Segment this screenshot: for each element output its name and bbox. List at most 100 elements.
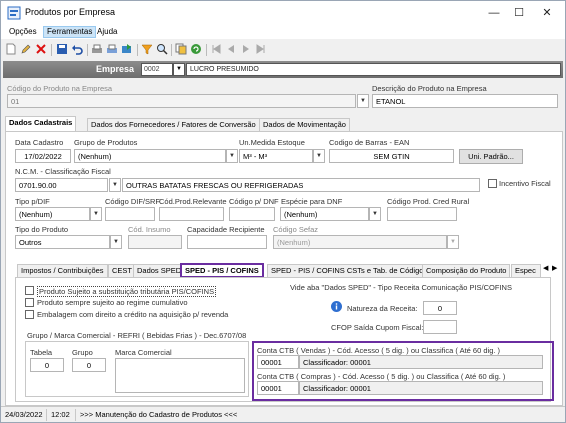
undo-icon[interactable] — [71, 43, 83, 55]
menu-ajuda[interactable]: Ajuda — [94, 26, 120, 38]
empresa-name-field: LUCRO PRESUMIDO — [186, 63, 561, 76]
search-icon[interactable] — [156, 43, 168, 55]
tab-impostos[interactable]: Impostos / Contribuições — [17, 264, 108, 277]
tabela-field[interactable]: 0 — [30, 358, 64, 372]
incentivo-fiscal-checkbox[interactable] — [488, 179, 497, 188]
tipo-produto-label: Tipo do Produto — [15, 225, 69, 234]
minimize-button[interactable]: — — [481, 4, 507, 22]
filter-icon[interactable] — [141, 43, 153, 55]
tab-scroll-right-icon[interactable]: ▶ — [552, 264, 557, 272]
refresh-icon[interactable] — [190, 43, 202, 55]
cod-insumo-field — [128, 235, 182, 249]
codigo-sefaz-label: Código Sefaz — [273, 225, 319, 234]
descricao-field[interactable]: ETANOL — [372, 94, 558, 108]
vide-aba-note: Vide aba "Dados SPED" - Tipo Receita Com… — [290, 283, 512, 292]
cfop-field[interactable] — [423, 320, 457, 334]
chevron-down-icon[interactable]: ▼ — [357, 94, 369, 108]
capacidade-field[interactable] — [187, 235, 267, 249]
menu-ferramentas[interactable]: Ferramentas — [43, 26, 97, 38]
save-icon[interactable] — [56, 43, 68, 55]
close-button[interactable]: ✕ — [534, 4, 560, 22]
cod-prod-relevante-label: Cód.Prod.Relevante — [159, 197, 227, 206]
codigo-produto-field[interactable]: 01 — [7, 94, 356, 108]
status-message: >>> Manutenção do Cadastro de Produtos <… — [80, 410, 238, 419]
ctb-vendas-label: Conta CTB ( Vendas ) - Cód. Acesso ( 5 d… — [257, 346, 501, 355]
codigo-dif-label: Código DIF/SRF — [105, 197, 161, 206]
copy-icon[interactable] — [175, 43, 187, 55]
tab-dados-fornecedores[interactable]: Dados dos Fornecedores / Fatores de Conv… — [87, 118, 260, 131]
tab-espec[interactable]: Espec — [511, 264, 541, 277]
grupo-marca-label: Grupo — [72, 348, 93, 357]
prev-record-icon[interactable] — [225, 43, 237, 55]
chevron-down-icon[interactable]: ▼ — [110, 235, 122, 249]
ncm-label: N.C.M. - Classificação Fiscal — [15, 167, 111, 176]
chevron-down-icon[interactable]: ▼ — [90, 207, 102, 221]
codigo-dnf-field[interactable] — [229, 207, 275, 221]
menu-opcoes[interactable]: Opções — [6, 26, 40, 38]
cod-barras-field[interactable]: SEM GTIN — [329, 149, 454, 163]
cod-prod-relevante-field[interactable] — [159, 207, 224, 221]
especie-dnf-select[interactable]: (Nenhum) — [280, 207, 369, 221]
especie-dnf-label: Espécie para DNF — [281, 197, 343, 206]
cumulativo-checkbox[interactable] — [25, 298, 34, 307]
tipo-dif-select[interactable]: (Nenhum) — [15, 207, 90, 221]
chevron-down-icon: ▼ — [447, 235, 459, 249]
marca-comercial-field[interactable] — [115, 358, 245, 393]
embalagem-checkbox[interactable] — [25, 310, 34, 319]
un-medida-label: Un.Medida Estoque — [239, 138, 305, 147]
first-record-icon[interactable] — [210, 43, 222, 55]
print-preview-icon[interactable] — [106, 43, 118, 55]
incentivo-fiscal-label: Incentivo Fiscal — [499, 179, 551, 188]
tab-cest[interactable]: CEST — [108, 264, 137, 277]
toolbar-separator — [206, 44, 207, 56]
marca-comercial-label: Marca Comercial — [115, 348, 172, 357]
chevron-down-icon[interactable]: ▼ — [173, 63, 185, 76]
tab-sped-csts[interactable]: SPED - PIS / COFINS CSTs e Tab. de Códig… — [267, 264, 432, 277]
chevron-down-icon[interactable]: ▼ — [369, 207, 381, 221]
natureza-receita-field[interactable]: 0 — [423, 301, 457, 315]
grupo-marca-title: Grupo / Marca Comercial - REFRI ( Bebida… — [27, 331, 247, 340]
info-icon — [331, 301, 342, 312]
toolbar-separator — [51, 44, 52, 56]
tab-dados-cadastrais[interactable]: Dados Cadastrais — [5, 116, 77, 131]
natureza-receita-label: Natureza da Receita: — [347, 304, 418, 313]
chevron-down-icon[interactable]: ▼ — [226, 149, 238, 163]
embalagem-label: Embalagem com direito a crédito na aquis… — [37, 310, 229, 319]
cod-cred-rural-field[interactable] — [387, 207, 457, 221]
main-window: Produtos por Empresa — ☐ ✕ Opções Ferram… — [0, 0, 566, 423]
last-record-icon[interactable] — [255, 43, 267, 55]
delete-icon[interactable] — [35, 43, 47, 55]
ctb-compras-classificador: Classificador: 00001 — [299, 381, 543, 395]
tab-dados-sped[interactable]: Dados SPED — [133, 264, 186, 277]
data-cadastro-field[interactable]: 17/02/2022 — [15, 149, 71, 163]
title-bar: Produtos por Empresa — ☐ ✕ — [1, 1, 565, 25]
menu-bar: Opções Ferramentas Ajuda — [1, 25, 565, 39]
edit-icon[interactable] — [20, 43, 32, 55]
cfop-label: CFOP Saída Cupom Fiscal: — [331, 323, 424, 332]
empresa-label: Empresa — [96, 64, 135, 74]
print-icon[interactable] — [91, 43, 103, 55]
tipo-produto-select[interactable]: Outros — [15, 235, 110, 249]
chevron-down-icon[interactable]: ▼ — [109, 178, 121, 192]
new-icon[interactable] — [5, 43, 17, 55]
tab-scroll-left-icon[interactable]: ◀ — [543, 264, 548, 272]
status-bar: 24/03/2022 12:02 >>> Manutenção do Cadas… — [1, 406, 565, 422]
cod-cred-rural-label: Código Prod. Cred Rural — [387, 197, 470, 206]
empresa-code-field[interactable]: 0002 — [141, 63, 173, 76]
ctb-vendas-code-field[interactable]: 00001 — [257, 355, 299, 369]
chevron-down-icon[interactable]: ▼ — [313, 149, 325, 163]
un-medida-select[interactable]: M³ - M³ — [239, 149, 313, 163]
tab-dados-movimentacao[interactable]: Dados de Movimentação — [259, 118, 350, 131]
grupo-marca-field[interactable]: 0 — [72, 358, 106, 372]
export-icon[interactable] — [121, 43, 133, 55]
ncm-field[interactable]: 0701.90.00 — [15, 178, 108, 192]
substituicao-checkbox[interactable] — [25, 286, 34, 295]
tab-sped-pis-cofins[interactable]: SPED - PIS / COFINS — [180, 263, 264, 278]
next-record-icon[interactable] — [240, 43, 252, 55]
tab-composicao[interactable]: Composição do Produto — [422, 264, 511, 277]
ctb-compras-code-field[interactable]: 00001 — [257, 381, 299, 395]
grupo-produtos-select[interactable]: (Nenhum) — [74, 149, 226, 163]
uni-padrao-button[interactable]: Uni. Padrão... — [459, 149, 523, 164]
codigo-dif-field[interactable] — [105, 207, 155, 221]
maximize-button[interactable]: ☐ — [506, 4, 532, 22]
